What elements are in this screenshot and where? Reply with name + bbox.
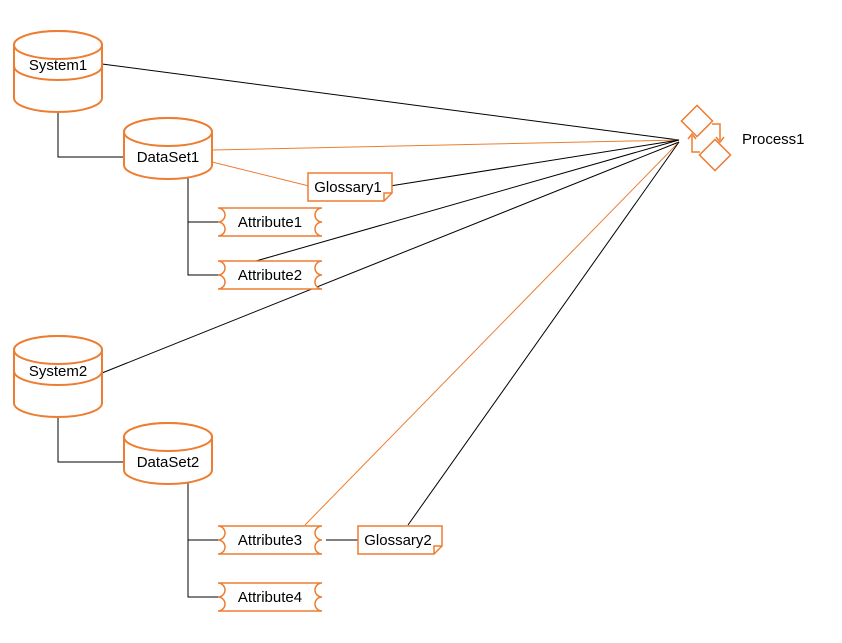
diagram-canvas: System1 DataSet1 Attribute1 Attribute2 G… [0, 0, 842, 643]
dataset2-cylinder: DataSet2 [124, 423, 212, 484]
system2-label: System2 [29, 363, 87, 380]
glossary2-label: Glossary2 [364, 532, 432, 549]
glossary2-node: Glossary2 [358, 526, 442, 554]
attribute3-node: Attribute3 [218, 526, 322, 554]
glossary1-label: Glossary1 [314, 179, 382, 196]
attribute3-label: Attribute3 [238, 532, 302, 549]
glossary1-node: Glossary1 [308, 173, 392, 201]
attribute4-label: Attribute4 [238, 589, 302, 606]
attribute1-label: Attribute1 [238, 214, 302, 231]
attribute4-node: Attribute4 [218, 583, 322, 611]
process1-node: Process1 [681, 105, 804, 170]
system1-label: System1 [29, 57, 87, 74]
system1-cylinder: System1 [14, 31, 102, 112]
dataset2-label: DataSet2 [137, 454, 200, 471]
attribute2-label: Attribute2 [238, 267, 302, 284]
attribute2-node: Attribute2 [218, 261, 322, 289]
dataset1-cylinder: DataSet1 [124, 118, 212, 179]
dataset1-label: DataSet1 [137, 149, 200, 166]
process1-label: Process1 [742, 131, 805, 148]
system2-cylinder: System2 [14, 336, 102, 417]
attribute1-node: Attribute1 [218, 208, 322, 236]
